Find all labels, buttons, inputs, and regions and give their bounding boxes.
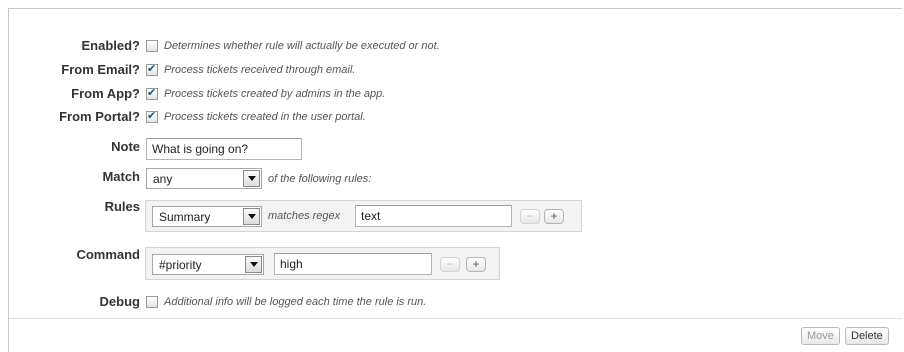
match-select-value: any xyxy=(153,172,173,186)
command-field-value: #priority xyxy=(159,258,202,272)
note-input[interactable] xyxy=(146,138,302,160)
add-rule-button[interactable]: + xyxy=(544,209,564,224)
from-email-label: From Email? xyxy=(61,62,140,77)
command-label: Command xyxy=(76,247,140,262)
from-portal-label: From Portal? xyxy=(59,109,140,124)
delete-button[interactable]: Delete xyxy=(845,327,889,345)
from-app-label: From App? xyxy=(71,86,140,101)
from-app-checkbox[interactable] xyxy=(146,86,158,100)
match-label: Match xyxy=(102,169,140,184)
rule-operator-label: matches regex xyxy=(268,210,341,222)
from-portal-description: Process tickets created in the user port… xyxy=(164,111,366,123)
chevron-down-icon[interactable] xyxy=(243,208,260,225)
debug-checkbox[interactable] xyxy=(146,296,158,308)
enabled-description: Determines whether rule will actually be… xyxy=(164,40,440,52)
from-portal-checkbox[interactable] xyxy=(146,109,158,123)
from-email-checkbox[interactable] xyxy=(146,62,158,76)
rules-label: Rules xyxy=(104,199,140,214)
rule-condition-row: Summary matches regex − + xyxy=(145,200,582,232)
note-label: Note xyxy=(111,139,140,154)
rule-field-select[interactable]: Summary xyxy=(152,206,262,227)
command-value-input[interactable] xyxy=(274,253,432,275)
debug-description: Additional info will be logged each time… xyxy=(164,296,427,308)
enabled-checkbox[interactable] xyxy=(146,40,158,52)
command-field-select[interactable]: #priority xyxy=(152,254,264,275)
remove-command-button[interactable]: − xyxy=(440,257,460,272)
chevron-down-icon[interactable] xyxy=(245,256,262,273)
match-suffix: of the following rules: xyxy=(268,173,372,185)
command-row: #priority − + xyxy=(145,247,500,280)
move-button[interactable]: Move xyxy=(801,327,840,345)
rule-field-value: Summary xyxy=(159,210,211,224)
footer-divider xyxy=(9,318,902,319)
from-email-description: Process tickets received through email. xyxy=(164,64,356,76)
rule-value-input[interactable] xyxy=(355,205,512,227)
add-command-button[interactable]: + xyxy=(466,257,486,272)
debug-label: Debug xyxy=(99,294,140,309)
remove-rule-button[interactable]: − xyxy=(520,209,540,224)
rule-editor-panel xyxy=(8,8,902,352)
match-select[interactable]: any xyxy=(146,168,262,189)
from-app-description: Process tickets created by admins in the… xyxy=(164,88,386,100)
enabled-label: Enabled? xyxy=(81,38,140,53)
chevron-down-icon[interactable] xyxy=(243,170,260,187)
